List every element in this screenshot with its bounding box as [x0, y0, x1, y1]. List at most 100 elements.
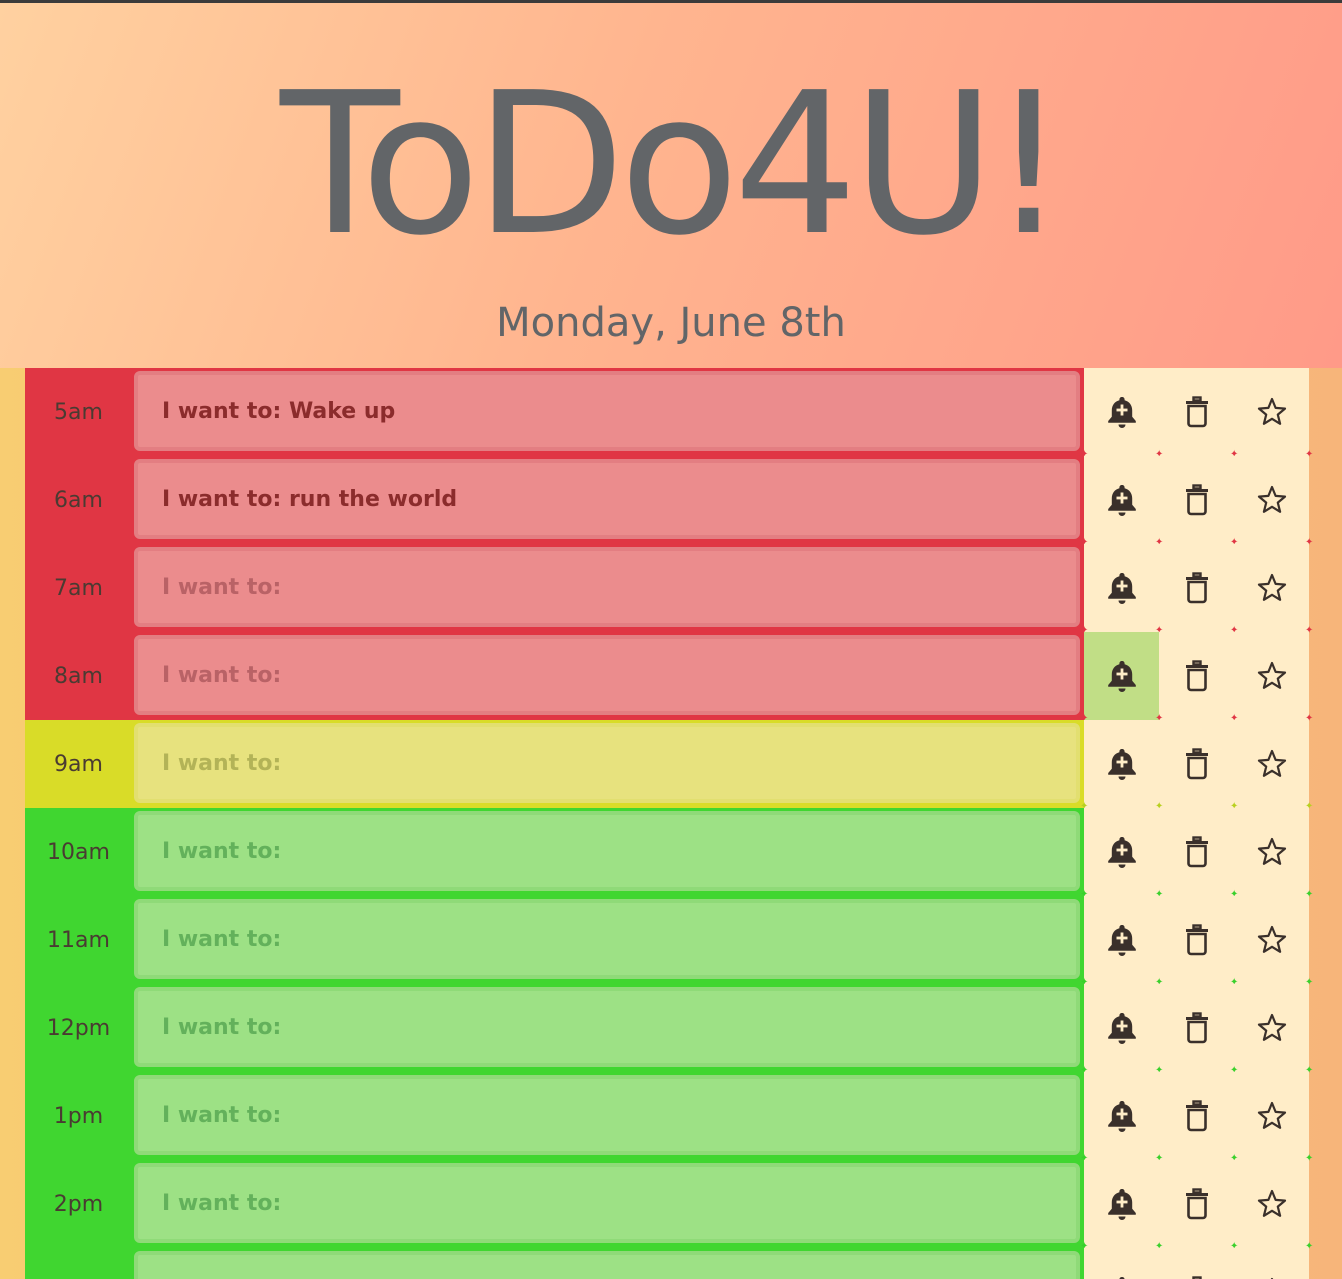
task-cell [132, 456, 1084, 544]
time-block-row: 11am I want to: ✦ ✦ ✦ ✦ [25, 896, 1313, 988]
favorite-button[interactable] [1234, 720, 1309, 808]
time-block-row: 7am I want to: ✦ ✦ ✦ ✦ [25, 544, 1313, 636]
bell-plus-icon [1107, 1189, 1136, 1220]
bell-plus-icon [1118, 1277, 1125, 1279]
task-input[interactable] [134, 811, 1080, 891]
bell-plus-icon [1107, 397, 1136, 428]
set-alarm-button[interactable] [1084, 808, 1159, 896]
time-block-row: 6am I want to: run the world ✦ ✦ ✦ ✦ [25, 456, 1313, 548]
task-cell [132, 1160, 1084, 1248]
delete-task-button[interactable] [1159, 456, 1234, 544]
row-actions: ✦✦✦✦ [1084, 1248, 1309, 1279]
trash-icon [1185, 924, 1208, 956]
bell-plus-icon [1107, 1101, 1136, 1132]
trash-icon [1185, 748, 1208, 780]
delete-task-button[interactable] [1159, 720, 1234, 808]
favorite-button[interactable] [1234, 632, 1309, 720]
delete-task-button[interactable] [1159, 368, 1234, 456]
time-block-row: 10am I want to: ✦ ✦ ✦ ✦ [25, 808, 1313, 900]
hour-label [25, 1248, 132, 1279]
favorite-button[interactable] [1234, 456, 1309, 544]
page-header: ToDo4U! Monday, June 8th [0, 3, 1342, 368]
trash-icon [1185, 484, 1208, 516]
set-alarm-button[interactable] [1084, 720, 1159, 808]
favorite-button[interactable] [1234, 808, 1309, 896]
delete-task-button[interactable] [1159, 1072, 1234, 1160]
delete-task-button[interactable] [1159, 1160, 1234, 1248]
row-actions: ✦✦✦✦ [1080, 720, 1313, 812]
favorite-button[interactable] [1234, 544, 1309, 632]
task-cell [132, 368, 1084, 456]
row-actions: ✦✦✦✦ [1080, 1160, 1313, 1252]
delete-task-button[interactable] [1159, 896, 1234, 984]
hour-label: 7am [25, 544, 132, 632]
delete-task-button[interactable] [1159, 984, 1234, 1072]
task-input[interactable] [134, 899, 1080, 979]
task-input[interactable] [134, 1075, 1080, 1155]
app-title: ToDo4U! [280, 51, 1068, 279]
row-actions: ✦✦✦✦ [1080, 632, 1313, 724]
delete-task-button[interactable] [1159, 544, 1234, 632]
favorite-button[interactable] [1234, 984, 1309, 1072]
hour-label: 8am [25, 632, 132, 720]
star-icon [1257, 661, 1286, 689]
trash-icon [1185, 836, 1208, 868]
task-input[interactable] [134, 723, 1080, 803]
task-input[interactable] [134, 547, 1080, 627]
favorite-button[interactable] [1234, 1160, 1309, 1248]
hour-label: 11am [25, 896, 132, 984]
bell-plus-icon [1107, 485, 1136, 516]
delete-task-button[interactable] [1159, 808, 1234, 896]
bell-plus-icon [1107, 837, 1136, 868]
task-input[interactable] [134, 635, 1080, 715]
trash-icon [1185, 660, 1208, 692]
trash-icon [1185, 572, 1208, 604]
set-alarm-button[interactable] [1084, 1160, 1159, 1248]
task-input[interactable] [134, 987, 1080, 1067]
bell-plus-icon [1107, 925, 1136, 956]
favorite-button[interactable] [1234, 1072, 1309, 1160]
trash-icon [1185, 396, 1208, 428]
set-alarm-button[interactable] [1084, 896, 1159, 984]
hour-label: 1pm [25, 1072, 132, 1160]
favorite-button[interactable] [1234, 1248, 1309, 1279]
row-actions: ✦✦✦✦ [1080, 896, 1313, 988]
hour-label: 2pm [25, 1160, 132, 1248]
star-icon [1257, 397, 1286, 425]
star-icon [1257, 925, 1286, 953]
hour-label: 10am [25, 808, 132, 896]
task-input[interactable] [134, 1251, 1080, 1279]
task-cell [132, 808, 1084, 896]
delete-task-button[interactable] [1159, 632, 1234, 720]
hour-label: 5am [25, 368, 132, 456]
schedule-list: 5am I want to: Wake up ✦ ✦ ✦ ✦ 6am I wan… [0, 368, 1342, 1279]
task-cell [132, 1248, 1084, 1279]
favorite-button[interactable] [1234, 368, 1309, 456]
task-input[interactable] [134, 459, 1080, 539]
time-block-row: 2pm I want to: ✦ ✦ ✦ ✦ [25, 1160, 1313, 1252]
delete-task-button[interactable] [1159, 1248, 1234, 1279]
star-icon [1257, 1189, 1286, 1217]
star-icon [1257, 485, 1286, 513]
task-cell [132, 544, 1084, 632]
time-block-row: 9am I want to: ✦ ✦ ✦ ✦ [25, 720, 1313, 812]
set-alarm-button[interactable] [1084, 368, 1159, 456]
set-alarm-button[interactable] [1084, 544, 1159, 632]
bell-plus-icon [1107, 573, 1136, 604]
task-cell [132, 720, 1084, 808]
task-cell [132, 632, 1084, 720]
set-alarm-button[interactable] [1084, 1248, 1159, 1279]
hour-label: 12pm [25, 984, 132, 1072]
set-alarm-button[interactable] [1084, 1072, 1159, 1160]
star-icon [1257, 749, 1286, 777]
row-actions: ✦✦✦✦ [1080, 456, 1313, 548]
favorite-button[interactable] [1234, 896, 1309, 984]
trash-icon [1185, 1012, 1208, 1044]
star-icon [1257, 573, 1286, 601]
set-alarm-button[interactable] [1084, 984, 1159, 1072]
set-alarm-button[interactable] [1084, 456, 1159, 544]
task-input[interactable] [134, 1163, 1080, 1243]
task-input[interactable] [134, 371, 1080, 451]
row-actions: ✦✦✦✦ [1080, 368, 1313, 460]
set-alarm-button[interactable] [1084, 632, 1159, 720]
